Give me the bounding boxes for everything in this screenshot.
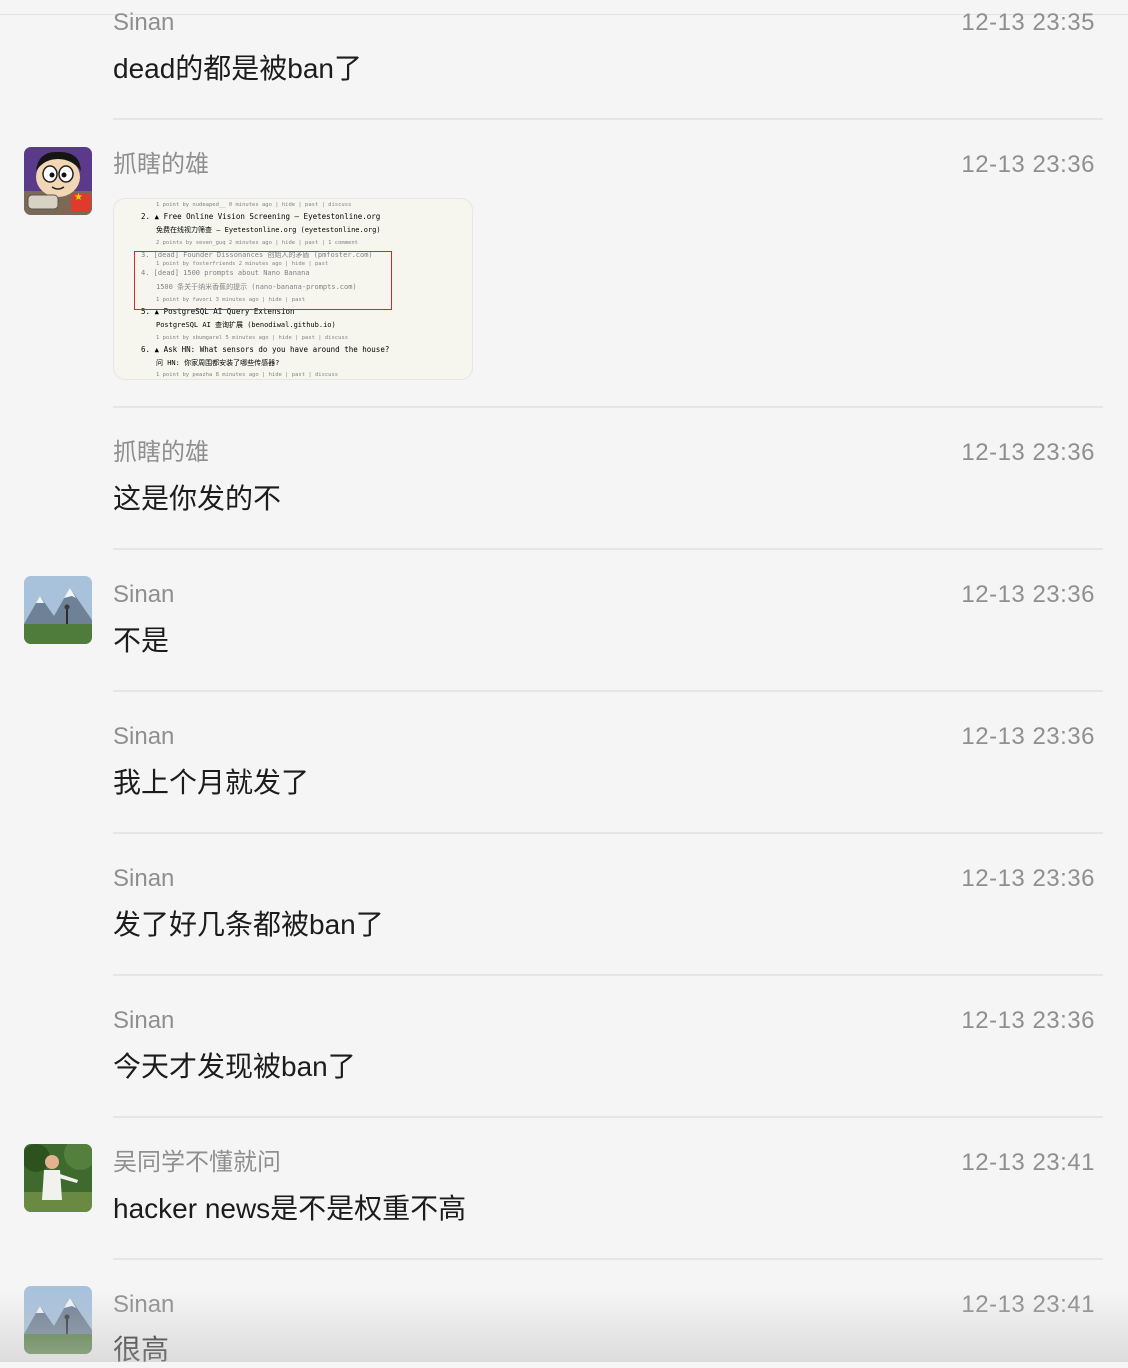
message-text[interactable]: 不是 <box>113 623 169 659</box>
image-text-line: 1 point by nudeaped__ 0 minutes ago | hi… <box>156 202 352 208</box>
mountain-landscape-avatar <box>24 576 92 644</box>
message-divider <box>113 1116 1103 1118</box>
image-text-line: 2. ▲ Free Online Vision Screening – Eyet… <box>141 212 381 221</box>
sender-name: Sinan <box>113 723 175 750</box>
image-text-line: 免费在线视力筛查 – Eyetestonline.org (eyetestonl… <box>156 226 381 234</box>
message-text[interactable]: 很高 <box>113 1332 169 1368</box>
sender-name: Sinan <box>113 1007 175 1034</box>
message-time: 12-13 23:35 <box>961 9 1095 36</box>
image-text-line: PostgreSQL AI 查询扩展 (benodiwal.github.io) <box>156 321 336 329</box>
message-divider <box>113 690 1103 692</box>
message-time: 12-13 23:41 <box>961 1149 1095 1176</box>
image-text-line: 2 points by seven_guq 2 minutes ago | hi… <box>156 240 358 246</box>
message-text[interactable]: dead的都是被ban了 <box>113 51 362 87</box>
red-highlight-box <box>134 251 392 310</box>
message-time: 12-13 23:36 <box>961 865 1095 892</box>
image-text-line: 1 point by peazha 8 minutes ago | hide |… <box>156 372 339 378</box>
message-time: 12-13 23:41 <box>961 1291 1095 1318</box>
avatar[interactable] <box>24 576 92 644</box>
sender-name: 吴同学不懂就问 <box>113 1149 281 1176</box>
outdoor-person-avatar <box>24 1144 92 1212</box>
message-time: 12-13 23:36 <box>961 151 1095 178</box>
message-text[interactable]: 发了好几条都被ban了 <box>113 907 384 943</box>
message-text[interactable]: 今天才发现被ban了 <box>113 1049 356 1085</box>
message-divider <box>113 974 1103 976</box>
china-flag-icon <box>71 192 91 212</box>
message-text[interactable]: 这是你发的不 <box>113 481 281 517</box>
message-divider <box>113 1258 1103 1260</box>
sender-name: Sinan <box>113 9 175 36</box>
message-image[interactable]: 1 point by nudeaped__ 0 minutes ago | hi… <box>113 198 473 380</box>
message-time: 12-13 23:36 <box>961 581 1095 608</box>
image-text-line: 6. ▲ Ask HN: What sensors do you have ar… <box>141 345 390 354</box>
avatar[interactable] <box>24 1144 92 1212</box>
sender-name: 抓瞎的雄 <box>113 439 209 466</box>
message-divider <box>113 548 1103 550</box>
image-text-line: 1 point by sbumgarel 5 minutes ago | hid… <box>156 335 349 341</box>
message-time: 12-13 23:36 <box>961 723 1095 750</box>
sender-name: Sinan <box>113 865 175 892</box>
message-time: 12-13 23:36 <box>961 1007 1095 1034</box>
message-divider <box>113 406 1103 408</box>
message-divider <box>113 832 1103 834</box>
message-time: 12-13 23:36 <box>961 439 1095 466</box>
message-text[interactable]: hacker news是不是权重不高 <box>113 1191 466 1227</box>
mountain-landscape-avatar <box>24 1286 92 1354</box>
sender-name: Sinan <box>113 581 175 608</box>
message-text[interactable]: 我上个月就发了 <box>113 765 309 801</box>
image-text-line: 问 HN: 你家周围都安装了哪些传感器? <box>156 359 280 367</box>
sender-name: 抓瞎的雄 <box>113 151 209 178</box>
avatar[interactable] <box>24 1286 92 1354</box>
message-divider <box>113 118 1103 120</box>
sender-name: Sinan <box>113 1291 175 1318</box>
